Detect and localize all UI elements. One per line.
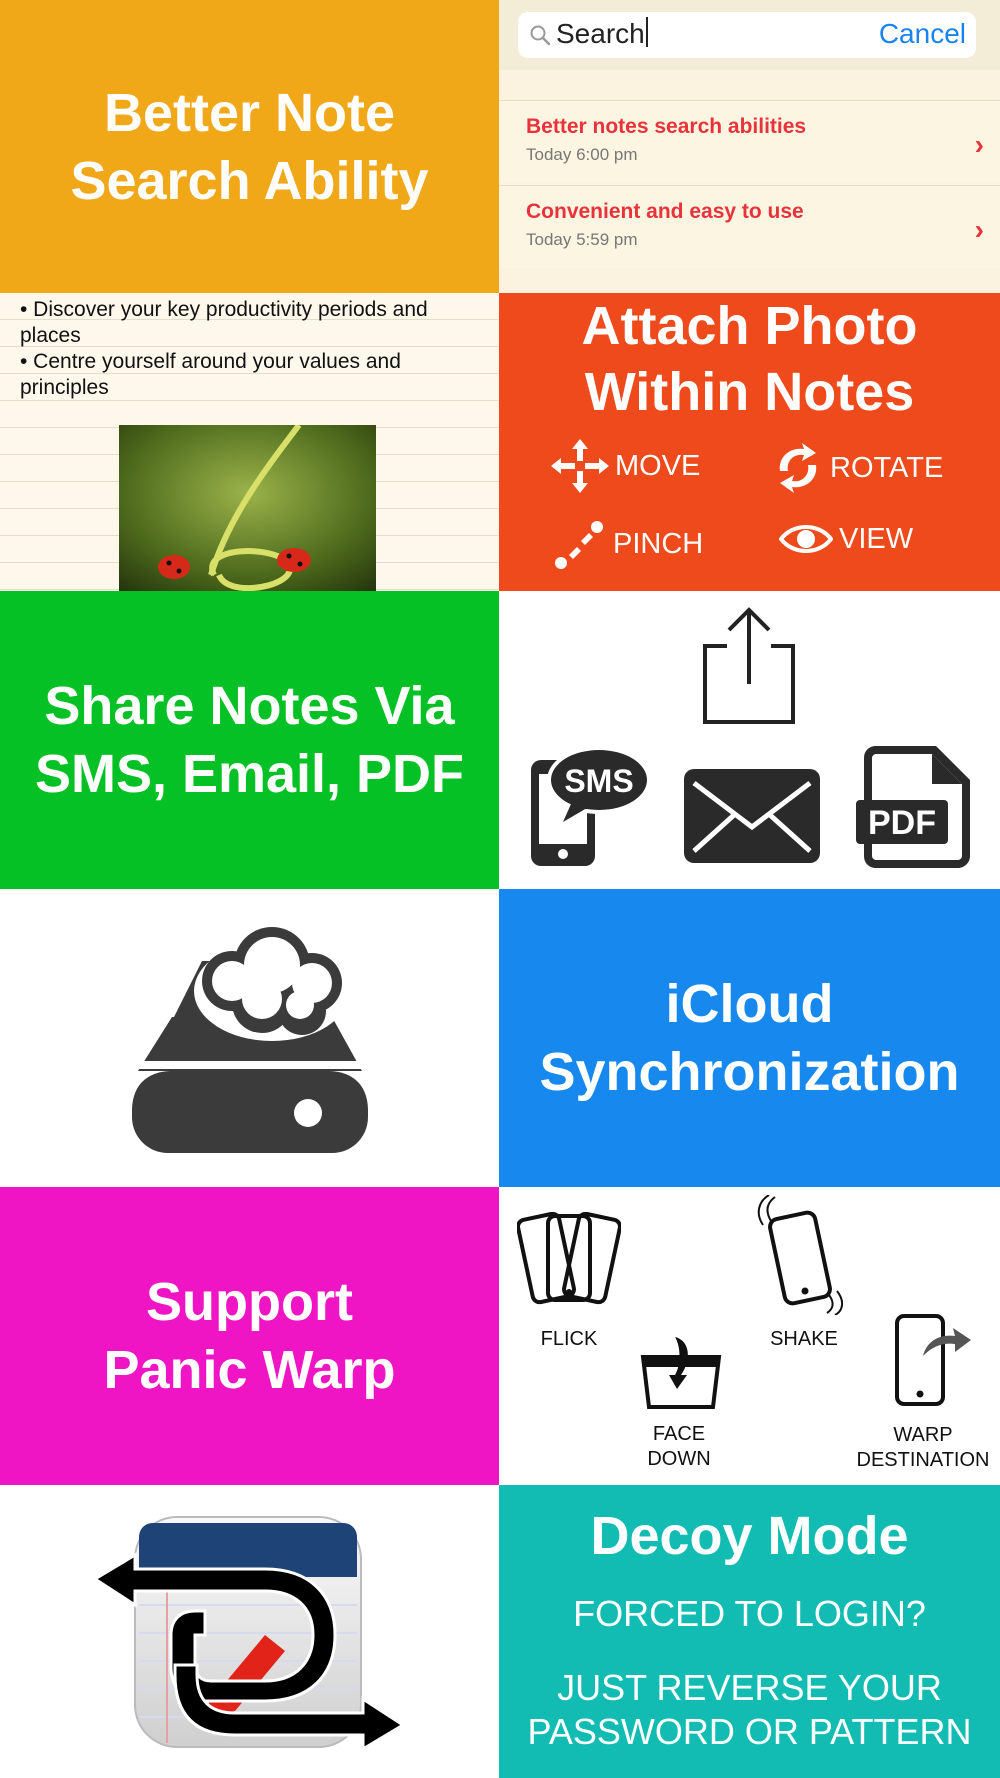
cancel-button[interactable]: Cancel xyxy=(879,18,966,50)
icloud-title-line2: Synchronization xyxy=(539,1042,960,1102)
share-title-line2: SMS, Email, PDF xyxy=(34,744,465,804)
decoy-line3: PASSWORD OR PATTERN xyxy=(527,1711,972,1752)
search-screen-tile: Search Cancel Better notes search abilit… xyxy=(499,0,1000,293)
ladybug-photo xyxy=(119,425,376,591)
search-icon xyxy=(530,25,551,46)
gesture-move: MOVE xyxy=(551,439,700,493)
search-result-row[interactable]: Better notes search abilities Today 6:00… xyxy=(499,100,1000,183)
share-feature-tile: Share Notes Via SMS, Email, PDF xyxy=(0,591,499,889)
search-feature-title-line1: Better Note xyxy=(103,82,396,143)
pdf-label: PDF xyxy=(868,804,936,842)
feature-grid: Better Note Search Ability Search Cancel… xyxy=(0,0,1000,1778)
text-caret xyxy=(645,17,648,47)
warp-line1: WARP xyxy=(893,1424,953,1446)
result-date: Today 6:00 pm xyxy=(526,145,638,164)
search-input[interactable]: Search Cancel xyxy=(518,12,976,58)
face-down-line1: FACE xyxy=(652,1423,706,1445)
gesture-rotate: ROTATE xyxy=(772,443,943,493)
decoy-line1: FORCED TO LOGIN? xyxy=(573,1593,926,1634)
attach-title-line1: Attach Photo xyxy=(581,296,918,356)
sms-label: SMS xyxy=(564,763,633,799)
search-result-row[interactable]: Convenient and easy to use Today 5:59 pm… xyxy=(499,185,1000,268)
decoy-title: Decoy Mode xyxy=(590,1506,909,1566)
gesture-flick-label: FLICK xyxy=(540,1328,598,1350)
attach-title-line2: Within Notes xyxy=(584,362,915,422)
cloud-drive-icon xyxy=(132,927,368,1153)
decoy-mode-tile: Decoy Mode FORCED TO LOGIN? JUST REVERSE… xyxy=(499,1485,1000,1778)
warp-line2: DESTINATION xyxy=(856,1449,990,1471)
chevron-right-icon: › xyxy=(974,214,984,245)
search-input-text[interactable]: Search xyxy=(556,17,648,50)
note-bullet: • Discover your key productivity periods… xyxy=(20,298,428,347)
cloud-drive-tile xyxy=(0,889,499,1187)
share-icons-tile: SMS PDF xyxy=(499,591,1000,889)
share-icon xyxy=(703,607,795,724)
share-title-line1: Share Notes Via xyxy=(44,676,455,736)
search-query: Search xyxy=(556,18,645,49)
face-down-icon xyxy=(640,1337,722,1409)
gesture-pinch: PINCH xyxy=(553,519,703,569)
icloud-title-line1: iCloud xyxy=(665,974,834,1034)
pinch-icon xyxy=(555,521,603,569)
email-icon xyxy=(684,769,820,863)
search-feature-tile: Better Note Search Ability xyxy=(0,0,499,293)
note-bullet: • Centre yourself around your values and… xyxy=(20,350,401,399)
panic-title-line2: Panic Warp xyxy=(103,1340,396,1400)
app-icon-tile xyxy=(0,1485,499,1778)
app-logo-icon xyxy=(95,1516,405,1752)
chevron-right-icon: › xyxy=(974,129,984,160)
gesture-move-label: MOVE xyxy=(615,449,701,482)
eye-icon xyxy=(779,525,833,553)
attach-photo-tile: Attach Photo Within Notes MOVE ROTATE PI… xyxy=(499,293,1000,591)
gesture-view-label: VIEW xyxy=(839,522,914,555)
search-feature-title-line2: Search Ability xyxy=(70,150,429,211)
warp-destination-icon xyxy=(895,1314,971,1406)
move-arrows-icon xyxy=(551,439,609,493)
flick-phones-icon xyxy=(517,1212,621,1305)
face-down-line2: DOWN xyxy=(647,1448,711,1470)
shake-phone-icon xyxy=(757,1195,843,1315)
result-title: Convenient and easy to use xyxy=(526,200,804,223)
panic-warp-tile: Support Panic Warp xyxy=(0,1187,499,1485)
result-title: Better notes search abilities xyxy=(526,115,807,138)
result-date: Today 5:59 pm xyxy=(526,230,638,249)
gesture-face-down-label: FACE DOWN xyxy=(629,1422,729,1472)
rotate-icon xyxy=(779,443,817,493)
gesture-shake-label: SHAKE xyxy=(770,1328,838,1350)
panic-title-line1: Support xyxy=(146,1272,353,1332)
icloud-feature-tile: iCloud Synchronization xyxy=(499,889,1000,1187)
sms-phone-icon: SMS xyxy=(531,746,651,866)
note-body: • Discover your key productivity periods… xyxy=(20,297,480,401)
gesture-warp-label: WARP DESTINATION xyxy=(848,1423,998,1473)
note-sample-tile: • Discover your key productivity periods… xyxy=(0,293,499,591)
gesture-pinch-label: PINCH xyxy=(613,527,704,560)
decoy-line2: JUST REVERSE YOUR xyxy=(557,1667,942,1708)
gesture-view: VIEW xyxy=(779,519,913,559)
pdf-file-icon: PDF xyxy=(856,746,970,868)
gesture-rotate-label: ROTATE xyxy=(830,451,944,484)
panic-gestures-tile: FLICK SHAKE FACE DOWN WARP DESTINATION xyxy=(499,1187,1000,1485)
